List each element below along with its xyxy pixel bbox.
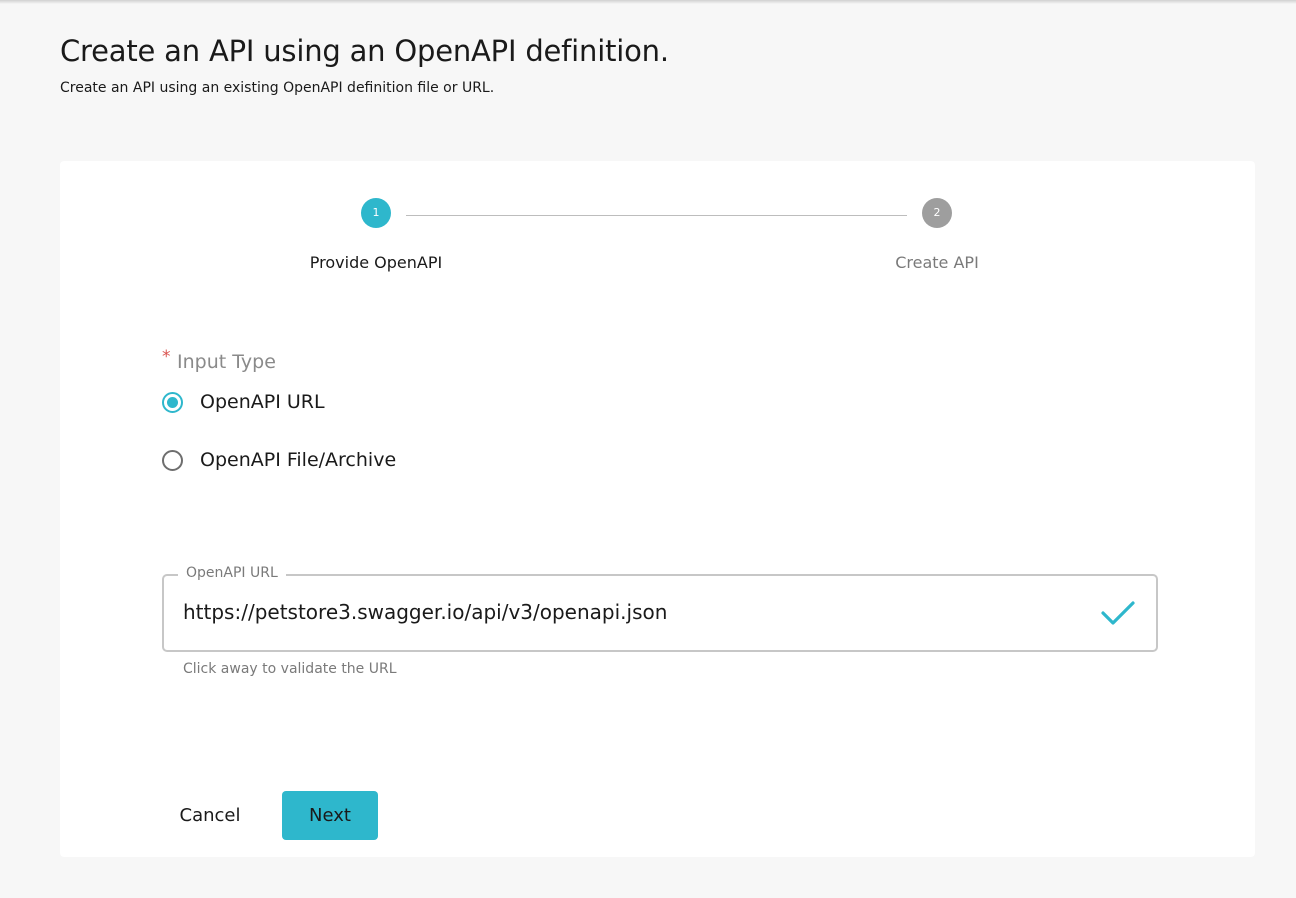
top-shadow (0, 0, 1296, 4)
radio-label-openapi-file: OpenAPI File/Archive (200, 449, 397, 471)
step-1-circle: 1 (361, 198, 391, 228)
next-button[interactable]: Next (282, 791, 378, 840)
step-connector (406, 215, 907, 216)
page-subtitle: Create an API using an existing OpenAPI … (60, 80, 495, 96)
cancel-button[interactable]: Cancel (164, 791, 256, 840)
wizard-card: 1 2 Provide OpenAPI Create API * Input T… (60, 161, 1255, 857)
step-2-label: Create API (895, 253, 979, 272)
radio-label-openapi-url: OpenAPI URL (200, 391, 325, 413)
step-2-circle: 2 (922, 198, 952, 228)
openapi-url-field[interactable]: OpenAPI URL (162, 565, 1158, 652)
input-type-legend: Input Type (177, 351, 276, 373)
radio-unchecked-icon[interactable] (162, 449, 183, 471)
check-icon (1101, 601, 1135, 625)
step-1-label: Provide OpenAPI (309, 253, 443, 272)
url-helper-text: Click away to validate the URL (183, 661, 397, 677)
openapi-url-input[interactable] (183, 600, 1063, 624)
radio-option-openapi-file[interactable]: OpenAPI File/Archive (162, 445, 396, 475)
required-asterisk: * (162, 347, 171, 367)
radio-checked-icon[interactable] (162, 391, 183, 413)
page-title: Create an API using an OpenAPI definitio… (60, 34, 669, 68)
radio-option-openapi-url[interactable]: OpenAPI URL (162, 387, 325, 417)
openapi-url-label: OpenAPI URL (178, 565, 286, 581)
